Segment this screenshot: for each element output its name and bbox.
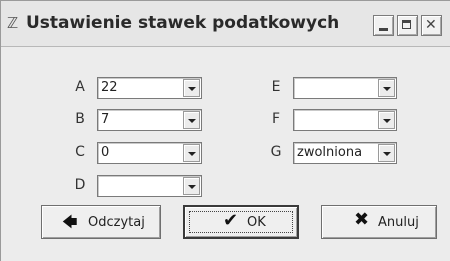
combo-e[interactable] xyxy=(293,77,397,99)
combo-b-value: 7 xyxy=(101,112,110,127)
label-b: B xyxy=(75,111,85,127)
label-f: F xyxy=(271,111,281,127)
combo-g-value: zwolniona xyxy=(297,145,363,160)
x-mark-icon: ✖ xyxy=(354,209,370,230)
combo-d[interactable] xyxy=(97,175,202,197)
combo-b-dropdown-button[interactable] xyxy=(183,111,200,129)
combo-b[interactable]: 7 xyxy=(97,109,202,131)
close-button[interactable] xyxy=(421,15,442,36)
combo-g-dropdown-button[interactable] xyxy=(378,144,395,162)
ok-button[interactable]: ✔ OK xyxy=(183,205,299,239)
arrow-left-icon: 🡄 xyxy=(62,213,78,231)
combo-c-value: 0 xyxy=(101,145,110,160)
minimize-button[interactable] xyxy=(373,15,394,36)
cancel-button-label: Anuluj xyxy=(378,215,419,230)
maximize-button[interactable] xyxy=(397,15,418,36)
combo-f[interactable] xyxy=(293,109,397,131)
combo-c-dropdown-button[interactable] xyxy=(183,144,200,162)
combo-c[interactable]: 0 xyxy=(97,142,202,164)
checkmark-icon: ✔ xyxy=(223,210,239,231)
ruler-icon: ℤ xyxy=(7,14,19,32)
combo-e-dropdown-button[interactable] xyxy=(378,79,395,97)
read-button-label: Odczytaj xyxy=(88,215,145,230)
label-c: C xyxy=(75,144,85,160)
cancel-button[interactable]: ✖ Anuluj xyxy=(321,205,437,239)
window-title: Ustawienie stawek podatkowych xyxy=(26,13,340,33)
combo-a-value: 22 xyxy=(101,80,118,95)
focus-rectangle xyxy=(189,211,293,233)
label-e: E xyxy=(271,79,281,95)
label-g: G xyxy=(270,144,282,160)
title-bar[interactable]: ℤ Ustawienie stawek podatkowych xyxy=(1,1,450,47)
combo-a-dropdown-button[interactable] xyxy=(183,79,200,97)
label-a: A xyxy=(75,79,85,95)
combo-f-dropdown-button[interactable] xyxy=(378,111,395,129)
combo-d-dropdown-button[interactable] xyxy=(183,177,200,195)
combo-a[interactable]: 22 xyxy=(97,77,202,99)
combo-g[interactable]: zwolniona xyxy=(293,142,397,164)
ok-button-label: OK xyxy=(247,215,266,230)
read-button[interactable]: 🡄 Odczytaj xyxy=(41,205,161,239)
label-d: D xyxy=(74,177,86,193)
tax-rates-dialog: ℤ Ustawienie stawek podatkowych A 22 B 7… xyxy=(0,0,450,261)
